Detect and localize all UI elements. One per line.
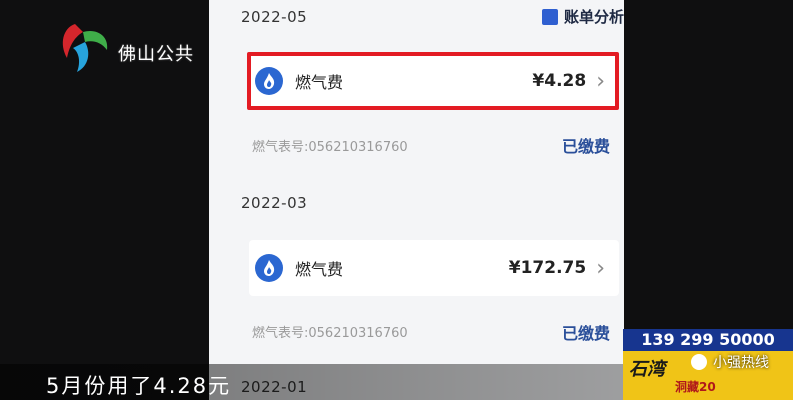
chart-icon <box>541 8 558 25</box>
bill-item-label: 燃气费 <box>295 260 344 279</box>
bill-amount: ¥172.75 <box>508 258 587 278</box>
channel-logo-icon <box>62 24 108 72</box>
bill-analysis-button[interactable]: 账单分析 <box>541 6 624 27</box>
subtitle-text: 5月份用了4.28元 <box>46 374 232 398</box>
meter-number: 燃气表号:056210316760 <box>252 140 408 155</box>
bill-item-card[interactable]: 燃气费 ¥172.75 › <box>249 240 619 296</box>
channel-name: 佛山公共 <box>118 44 194 65</box>
highlight-box <box>247 52 619 110</box>
wechat-account: 小强热线 <box>691 352 769 372</box>
payment-status: 已缴费 <box>561 324 610 343</box>
promo-subtitle: 洞藏20 <box>675 380 716 394</box>
bill-analysis-label: 账单分析 <box>563 8 624 26</box>
meter-number: 燃气表号:056210316760 <box>252 326 408 341</box>
promo-title: 石湾 <box>629 359 665 380</box>
payment-status: 已缴费 <box>561 137 610 156</box>
wechat-label: 小强热线 <box>713 355 769 371</box>
wechat-icon <box>691 354 707 370</box>
hotline-number: 139 299 50000 <box>623 329 793 351</box>
month-header: 2022-03 <box>241 194 308 212</box>
month-header: 2022-05 <box>241 8 308 26</box>
flame-icon <box>255 254 283 282</box>
chevron-right-icon: › <box>596 255 605 281</box>
